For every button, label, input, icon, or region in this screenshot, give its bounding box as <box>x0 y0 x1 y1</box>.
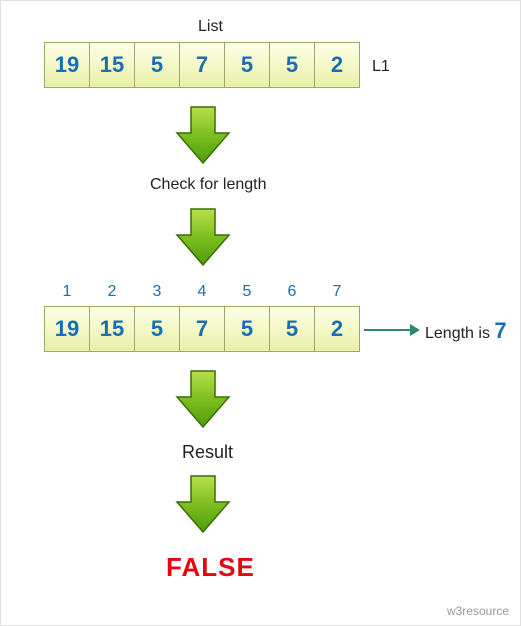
index-label: 3 <box>134 283 180 301</box>
index-row: 1234567 <box>44 283 360 301</box>
list-cell: 5 <box>269 306 315 352</box>
list-cell: 5 <box>224 42 270 88</box>
list-cell: 2 <box>314 306 360 352</box>
index-label: 6 <box>269 283 315 301</box>
arrow-down-icon <box>173 367 233 431</box>
list-cell: 5 <box>224 306 270 352</box>
arrow-down-icon <box>173 103 233 167</box>
list-cell: 15 <box>89 306 135 352</box>
index-label: 1 <box>44 283 90 301</box>
result-label: Result <box>182 442 233 463</box>
list-title: List <box>198 18 223 36</box>
result-value: FALSE <box>166 552 255 583</box>
list-cell: 15 <box>89 42 135 88</box>
list-cell: 5 <box>134 306 180 352</box>
list-cell: 7 <box>179 306 225 352</box>
arrow-down-icon <box>173 205 233 269</box>
arrow-right-icon <box>362 321 422 339</box>
index-label: 7 <box>314 283 360 301</box>
list-cell: 2 <box>314 42 360 88</box>
list-cell: 5 <box>134 42 180 88</box>
index-label: 4 <box>179 283 225 301</box>
list-row-1: 191557552 <box>44 42 360 88</box>
list-name-l1: L1 <box>372 58 390 76</box>
check-length-label: Check for length <box>150 176 267 194</box>
length-text: Length is 7 <box>425 318 507 344</box>
arrow-down-icon <box>173 472 233 536</box>
list-row-2: 191557552 <box>44 306 360 352</box>
list-cell: 5 <box>269 42 315 88</box>
index-label: 2 <box>89 283 135 301</box>
list-cell: 7 <box>179 42 225 88</box>
credit: w3resource <box>447 604 509 618</box>
index-label: 5 <box>224 283 270 301</box>
length-value: 7 <box>494 318 506 343</box>
list-cell: 19 <box>44 42 90 88</box>
length-prefix: Length is <box>425 325 494 342</box>
list-cell: 19 <box>44 306 90 352</box>
